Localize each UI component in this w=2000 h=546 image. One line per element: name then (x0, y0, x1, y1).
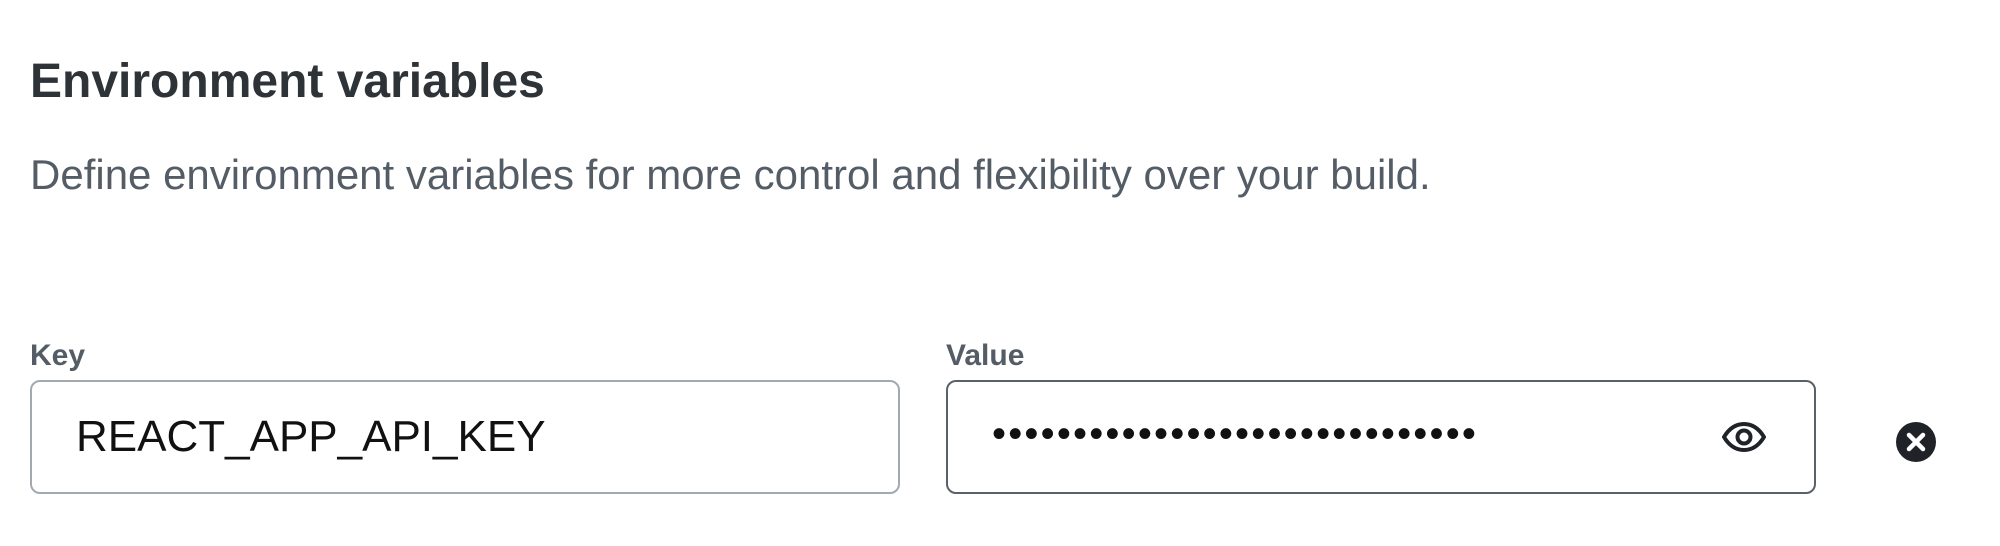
value-field: Value •••••••••••••••••••••••••••••• (946, 336, 1816, 494)
environment-variables-section: Environment variables Define environment… (30, 0, 1970, 546)
value-label: Value (946, 339, 1025, 372)
eye-icon-graphic (1722, 422, 1766, 452)
close-circle-icon (1896, 422, 1936, 462)
remove-variable-button[interactable] (1890, 416, 1942, 468)
key-label: Key (30, 339, 86, 372)
key-input-box (30, 380, 900, 494)
key-input[interactable] (32, 382, 898, 492)
masked-value: •••••••••••••••••••••••••••••• (992, 412, 1479, 456)
section-description: Define environment variables for more co… (30, 151, 1431, 198)
key-field: Key (30, 336, 900, 494)
value-input[interactable]: •••••••••••••••••••••••••••••• (946, 380, 1816, 494)
eye-icon[interactable] (1718, 411, 1770, 463)
section-title: Environment variables (30, 55, 545, 108)
